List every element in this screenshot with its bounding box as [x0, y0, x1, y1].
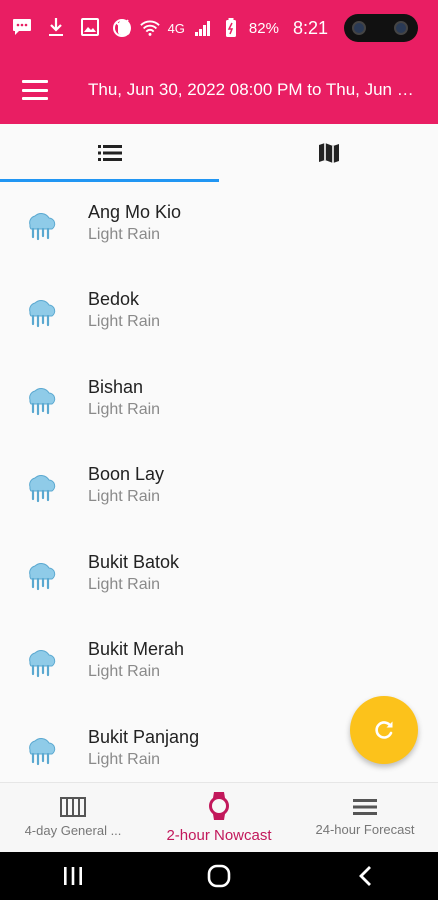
- list-item[interactable]: Bukit Batok Light Rain: [0, 532, 438, 620]
- area-name: Bukit Batok: [88, 551, 180, 572]
- list-item-text: Bukit Batok Light Rain: [88, 550, 179, 596]
- clock: 8:21: [292, 17, 328, 38]
- area-name: Bukit Merah: [88, 639, 185, 660]
- period-title: Thu, Jun 30, 2022 08:00 PM to Thu, Jun 3…: [88, 80, 420, 99]
- list-icon: [97, 145, 122, 161]
- light-rain-icon: [24, 298, 58, 328]
- nav-2-hour-nowcast[interactable]: 2-hour Nowcast: [146, 783, 292, 852]
- battery-percent: 82%: [248, 19, 279, 37]
- area-list: Ang Mo Kio Light Rain Bedok Light Rain Bisha…: [0, 182, 438, 782]
- back-icon: [359, 866, 371, 886]
- refresh-button[interactable]: [350, 696, 418, 764]
- area-name: Bedok: [88, 289, 140, 310]
- list-item-text: Bukit Merah Light Rain: [88, 637, 184, 683]
- signal-icon: [193, 17, 213, 39]
- hamburger-line: [22, 97, 48, 100]
- light-rain-icon: [24, 211, 58, 241]
- list-item[interactable]: Bedok Light Rain: [0, 270, 438, 358]
- list-item-text: Bukit Panjang Light Rain: [88, 725, 199, 771]
- area-name: Bukit Panjang: [88, 726, 200, 747]
- nav-label: 24-hour Forecast: [315, 822, 415, 837]
- refresh-icon: [375, 721, 393, 739]
- list-item[interactable]: Boon Lay Light Rain: [0, 445, 438, 533]
- list-item-text: Boon Lay Light Rain: [88, 462, 164, 508]
- area-name: Ang Mo Kio: [88, 201, 182, 222]
- watch-icon: [209, 792, 229, 820]
- bottom-navigation: 4-day General ... 2-hour Nowcast 24-hour…: [0, 782, 438, 852]
- download-icon: [46, 16, 66, 38]
- light-rain-icon: [24, 473, 58, 503]
- forecast-text: Light Rain: [88, 313, 161, 331]
- recents-button[interactable]: [53, 856, 93, 896]
- area-name: Boon Lay: [88, 464, 165, 485]
- system-navigation: [0, 852, 438, 900]
- forecast-text: Light Rain: [88, 225, 161, 243]
- nav-label: 2-hour Nowcast: [166, 827, 272, 844]
- list-item[interactable]: Bishan Light Rain: [0, 357, 438, 445]
- forecast-text: Light Rain: [88, 575, 161, 593]
- forecast-text: Light Rain: [88, 663, 161, 681]
- hamburger-line: [22, 88, 48, 92]
- tab-list[interactable]: [0, 124, 219, 182]
- lines-icon: [353, 799, 377, 815]
- back-button[interactable]: [345, 856, 385, 896]
- message-icon: [12, 16, 32, 38]
- recents-icon: [64, 867, 82, 885]
- forecast-text: Light Rain: [88, 400, 161, 418]
- list-item-text: Bishan Light Rain: [88, 375, 160, 421]
- nav-label: 4-day General ...: [24, 823, 122, 838]
- battery-icon: [221, 17, 241, 39]
- columns-icon: [60, 797, 86, 817]
- list-item-text: Ang Mo Kio Light Rain: [88, 200, 181, 246]
- list-item-text: Bedok Light Rain: [88, 287, 160, 333]
- forecast-text: Light Rain: [88, 750, 161, 768]
- camera-cutout: [344, 14, 418, 42]
- nav-4-day-general[interactable]: 4-day General ...: [0, 783, 146, 852]
- nav-24-hour-forecast[interactable]: 24-hour Forecast: [292, 783, 438, 852]
- list-item[interactable]: Bukit Merah Light Rain: [0, 620, 438, 708]
- hamburger-icon: [22, 80, 48, 83]
- view-tabs: [0, 124, 438, 182]
- menu-button[interactable]: [22, 80, 48, 100]
- network-type: 4G: [167, 20, 185, 36]
- area-name: Bishan: [88, 376, 144, 397]
- image-icon: [80, 16, 100, 38]
- wifi-icon: [139, 17, 160, 39]
- list-item[interactable]: Ang Mo Kio Light Rain: [0, 182, 438, 270]
- light-rain-icon: [24, 736, 58, 766]
- light-rain-icon: [24, 386, 58, 416]
- dnd-icon: [112, 17, 132, 39]
- app-bar: Thu, Jun 30, 2022 08:00 PM to Thu, Jun 3…: [0, 56, 438, 124]
- home-button[interactable]: [199, 856, 239, 896]
- tab-map[interactable]: [219, 124, 438, 182]
- home-icon: [207, 864, 231, 888]
- map-icon: [318, 143, 339, 163]
- status-bar: 4G 82% 8:21: [0, 0, 438, 56]
- forecast-text: Light Rain: [88, 488, 161, 506]
- light-rain-icon: [24, 648, 58, 678]
- light-rain-icon: [24, 561, 58, 591]
- system-status: 4G 82% 8:21: [112, 14, 418, 42]
